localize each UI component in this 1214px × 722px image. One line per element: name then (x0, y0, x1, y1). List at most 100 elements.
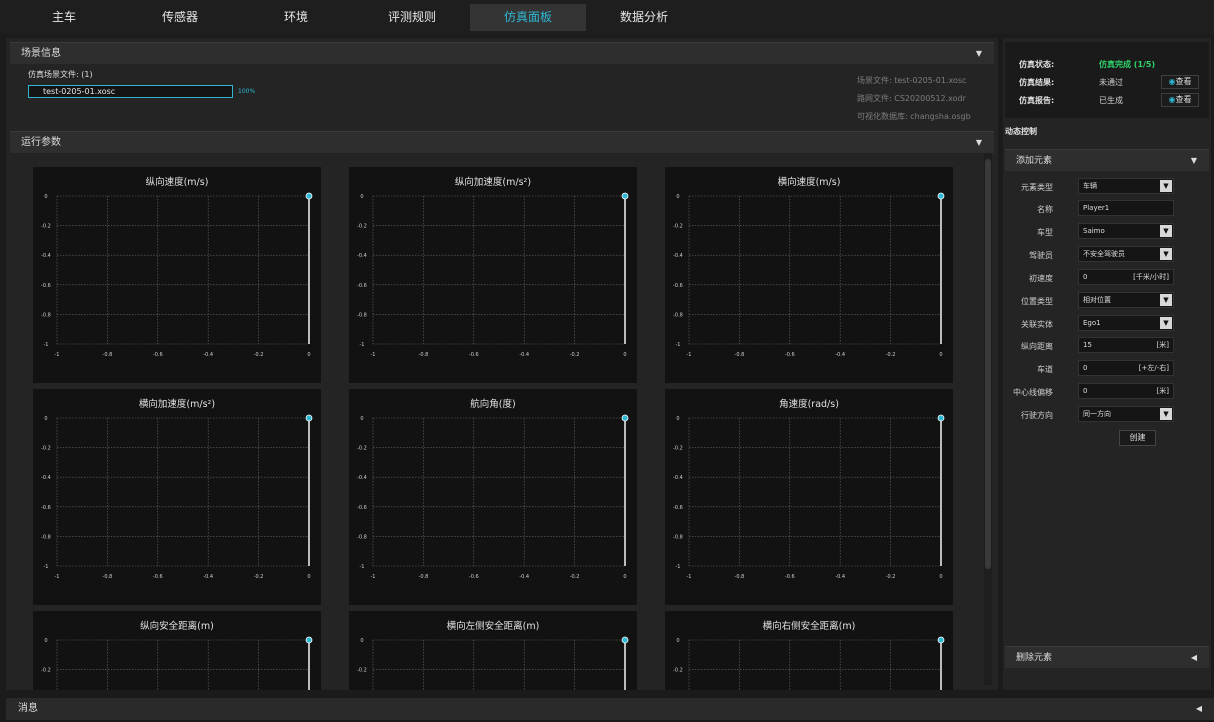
dropdown-arrow-icon[interactable]: ▼ (1160, 225, 1172, 237)
x-tick-label: -0.8 (103, 352, 113, 358)
view-result-button[interactable]: ◉查看 (1161, 75, 1199, 89)
collapse-arrow-icon[interactable]: ▼ (1191, 150, 1197, 172)
tab-ego-vehicle[interactable]: 主车 (6, 4, 122, 31)
data-point[interactable] (305, 192, 313, 200)
direction-select[interactable]: 同一方向 ▼ (1078, 406, 1174, 422)
init-speed-unit: [千米/小时] (1133, 273, 1169, 281)
lane-unit: [+左/-右] (1138, 364, 1169, 372)
data-point[interactable] (621, 414, 629, 422)
direction-value: 同一方向 (1083, 410, 1111, 418)
create-button[interactable]: 创建 (1119, 430, 1156, 446)
centerline-offset-input[interactable]: 0 [米] (1078, 383, 1174, 399)
tab-environment[interactable]: 环境 (238, 4, 354, 31)
y-tick-label: -0.2 (41, 668, 51, 674)
collapse-arrow-icon[interactable]: ▼ (976, 132, 982, 154)
long-distance-value: 15 (1083, 341, 1092, 349)
x-tick-label: -0.4 (835, 352, 845, 358)
centerline-offset-unit: [米] (1156, 387, 1169, 395)
dropdown-arrow-icon[interactable]: ▼ (1160, 248, 1172, 260)
y-tick-label: -0.8 (673, 534, 683, 540)
add-element-header[interactable]: 添加元素 ▼ (1005, 149, 1209, 171)
y-tick-label: 0 (44, 416, 47, 422)
x-tick-label: -0.8 (103, 574, 113, 580)
sim-result-label: 仿真结果: (1019, 78, 1055, 87)
data-point[interactable] (305, 414, 313, 422)
top-nav: 主车 传感器 环境 评测规则 仿真面板 数据分析 (0, 0, 1214, 34)
data-point[interactable] (937, 414, 945, 422)
entity-select[interactable]: Ego1 ▼ (1078, 315, 1174, 331)
x-tick-label: -0.6 (785, 352, 795, 358)
y-tick-label: -0.6 (673, 283, 683, 289)
y-tick-label: -0.2 (673, 446, 683, 452)
y-tick-label: -0.2 (673, 224, 683, 230)
y-tick-label: -0.8 (41, 534, 51, 540)
x-tick-label: -0.8 (735, 574, 745, 580)
tab-evaluation-rules[interactable]: 评测规则 (354, 4, 470, 31)
chart-card: 横向右侧安全距离(m) 0 -0.2 (665, 611, 953, 690)
scene-info-header[interactable]: 场景信息 ▼ (10, 42, 994, 64)
y-tick-label: -0.8 (41, 312, 51, 318)
charts-scrollbar[interactable] (984, 153, 992, 685)
chart-plot: 0 -0.2 (357, 636, 629, 690)
dropdown-arrow-icon[interactable]: ▼ (1160, 408, 1172, 420)
simulation-status-box: 仿真状态: 仿真完成 (1/5) 仿真结果: 未通过 ◉查看 仿真报告: 已生成… (1005, 42, 1209, 118)
x-tick-label: -0.2 (254, 574, 264, 580)
data-point[interactable] (937, 192, 945, 200)
y-tick-label: -0.4 (673, 475, 683, 481)
collapse-arrow-icon[interactable]: ▼ (976, 43, 982, 65)
dropdown-arrow-icon[interactable]: ▼ (1160, 317, 1172, 329)
y-tick-label: -1 (676, 564, 681, 570)
sim-state-value: 仿真完成 (1/5) (1099, 60, 1156, 69)
data-point[interactable] (937, 636, 945, 644)
element-type-select[interactable]: 车辆 ▼ (1078, 178, 1174, 194)
expand-arrow-icon[interactable]: ◀ (1191, 647, 1197, 669)
x-tick-label: 0 (623, 352, 626, 358)
lane-input[interactable]: 0 [+左/-右] (1078, 360, 1174, 376)
dropdown-arrow-icon[interactable]: ▼ (1160, 294, 1172, 306)
model-select[interactable]: Saimo ▼ (1078, 223, 1174, 239)
name-input[interactable]: Player1 (1078, 200, 1174, 216)
x-tick-label: -0.6 (153, 352, 163, 358)
chart-card: 纵向安全距离(m) 0 -0.2 (33, 611, 321, 690)
message-bar[interactable]: 消息 ◀ (6, 698, 1214, 720)
x-tick-label: -0.6 (153, 574, 163, 580)
y-tick-label: 0 (44, 194, 47, 200)
init-speed-value: 0 (1083, 273, 1088, 281)
tab-sensors[interactable]: 传感器 (122, 4, 238, 31)
y-tick-label: -1 (44, 342, 49, 348)
dropdown-arrow-icon[interactable]: ▼ (1160, 180, 1172, 192)
scene-file-item[interactable]: test-0205-01.xosc (28, 85, 233, 98)
run-params-header[interactable]: 运行参数 ▼ (10, 131, 994, 153)
data-point[interactable] (621, 192, 629, 200)
data-point[interactable] (305, 636, 313, 644)
x-tick-label: -1 (371, 574, 376, 580)
data-point[interactable] (621, 636, 629, 644)
scene-file-progress: 100% (238, 88, 256, 95)
delete-element-header[interactable]: 删除元素 ◀ (1005, 646, 1209, 668)
tab-simulation-panel[interactable]: 仿真面板 (470, 4, 586, 31)
vis-db-info: 可视化数据库: changsha.osgb (857, 112, 971, 121)
x-tick-label: -0.4 (519, 574, 529, 580)
x-tick-label: -0.6 (469, 352, 479, 358)
x-tick-label: -0.2 (886, 352, 896, 358)
init-speed-input[interactable]: 0 [千米/小时] (1078, 269, 1174, 285)
view-report-button[interactable]: ◉查看 (1161, 93, 1199, 107)
y-tick-label: -0.8 (357, 312, 367, 318)
lane-value: 0 (1083, 364, 1088, 372)
y-tick-label: -0.4 (673, 253, 683, 259)
scrollbar-thumb[interactable] (985, 159, 991, 569)
x-tick-label: 0 (307, 352, 310, 358)
name-label: 名称 (1037, 205, 1053, 214)
driver-select[interactable]: 不安全驾驶员 ▼ (1078, 246, 1174, 262)
chart-plot: 0 -0.2 -0.4 -0.6 -0.8 -1 -1 -0.8 -0.6 -0.4 -0.2 0 (673, 414, 945, 580)
sim-state-label: 仿真状态: (1019, 60, 1055, 69)
tab-data-analysis[interactable]: 数据分析 (586, 4, 702, 31)
long-distance-input[interactable]: 15 [米] (1078, 337, 1174, 353)
long-distance-label: 纵向距离 (1021, 342, 1053, 351)
position-type-select[interactable]: 相对位置 ▼ (1078, 292, 1174, 308)
y-tick-label: -0.6 (41, 283, 51, 289)
driver-value: 不安全驾驶员 (1083, 250, 1125, 258)
sim-report-label: 仿真报告: (1019, 96, 1055, 105)
run-params-title: 运行参数 (21, 137, 61, 148)
expand-arrow-icon[interactable]: ◀ (1196, 698, 1202, 720)
